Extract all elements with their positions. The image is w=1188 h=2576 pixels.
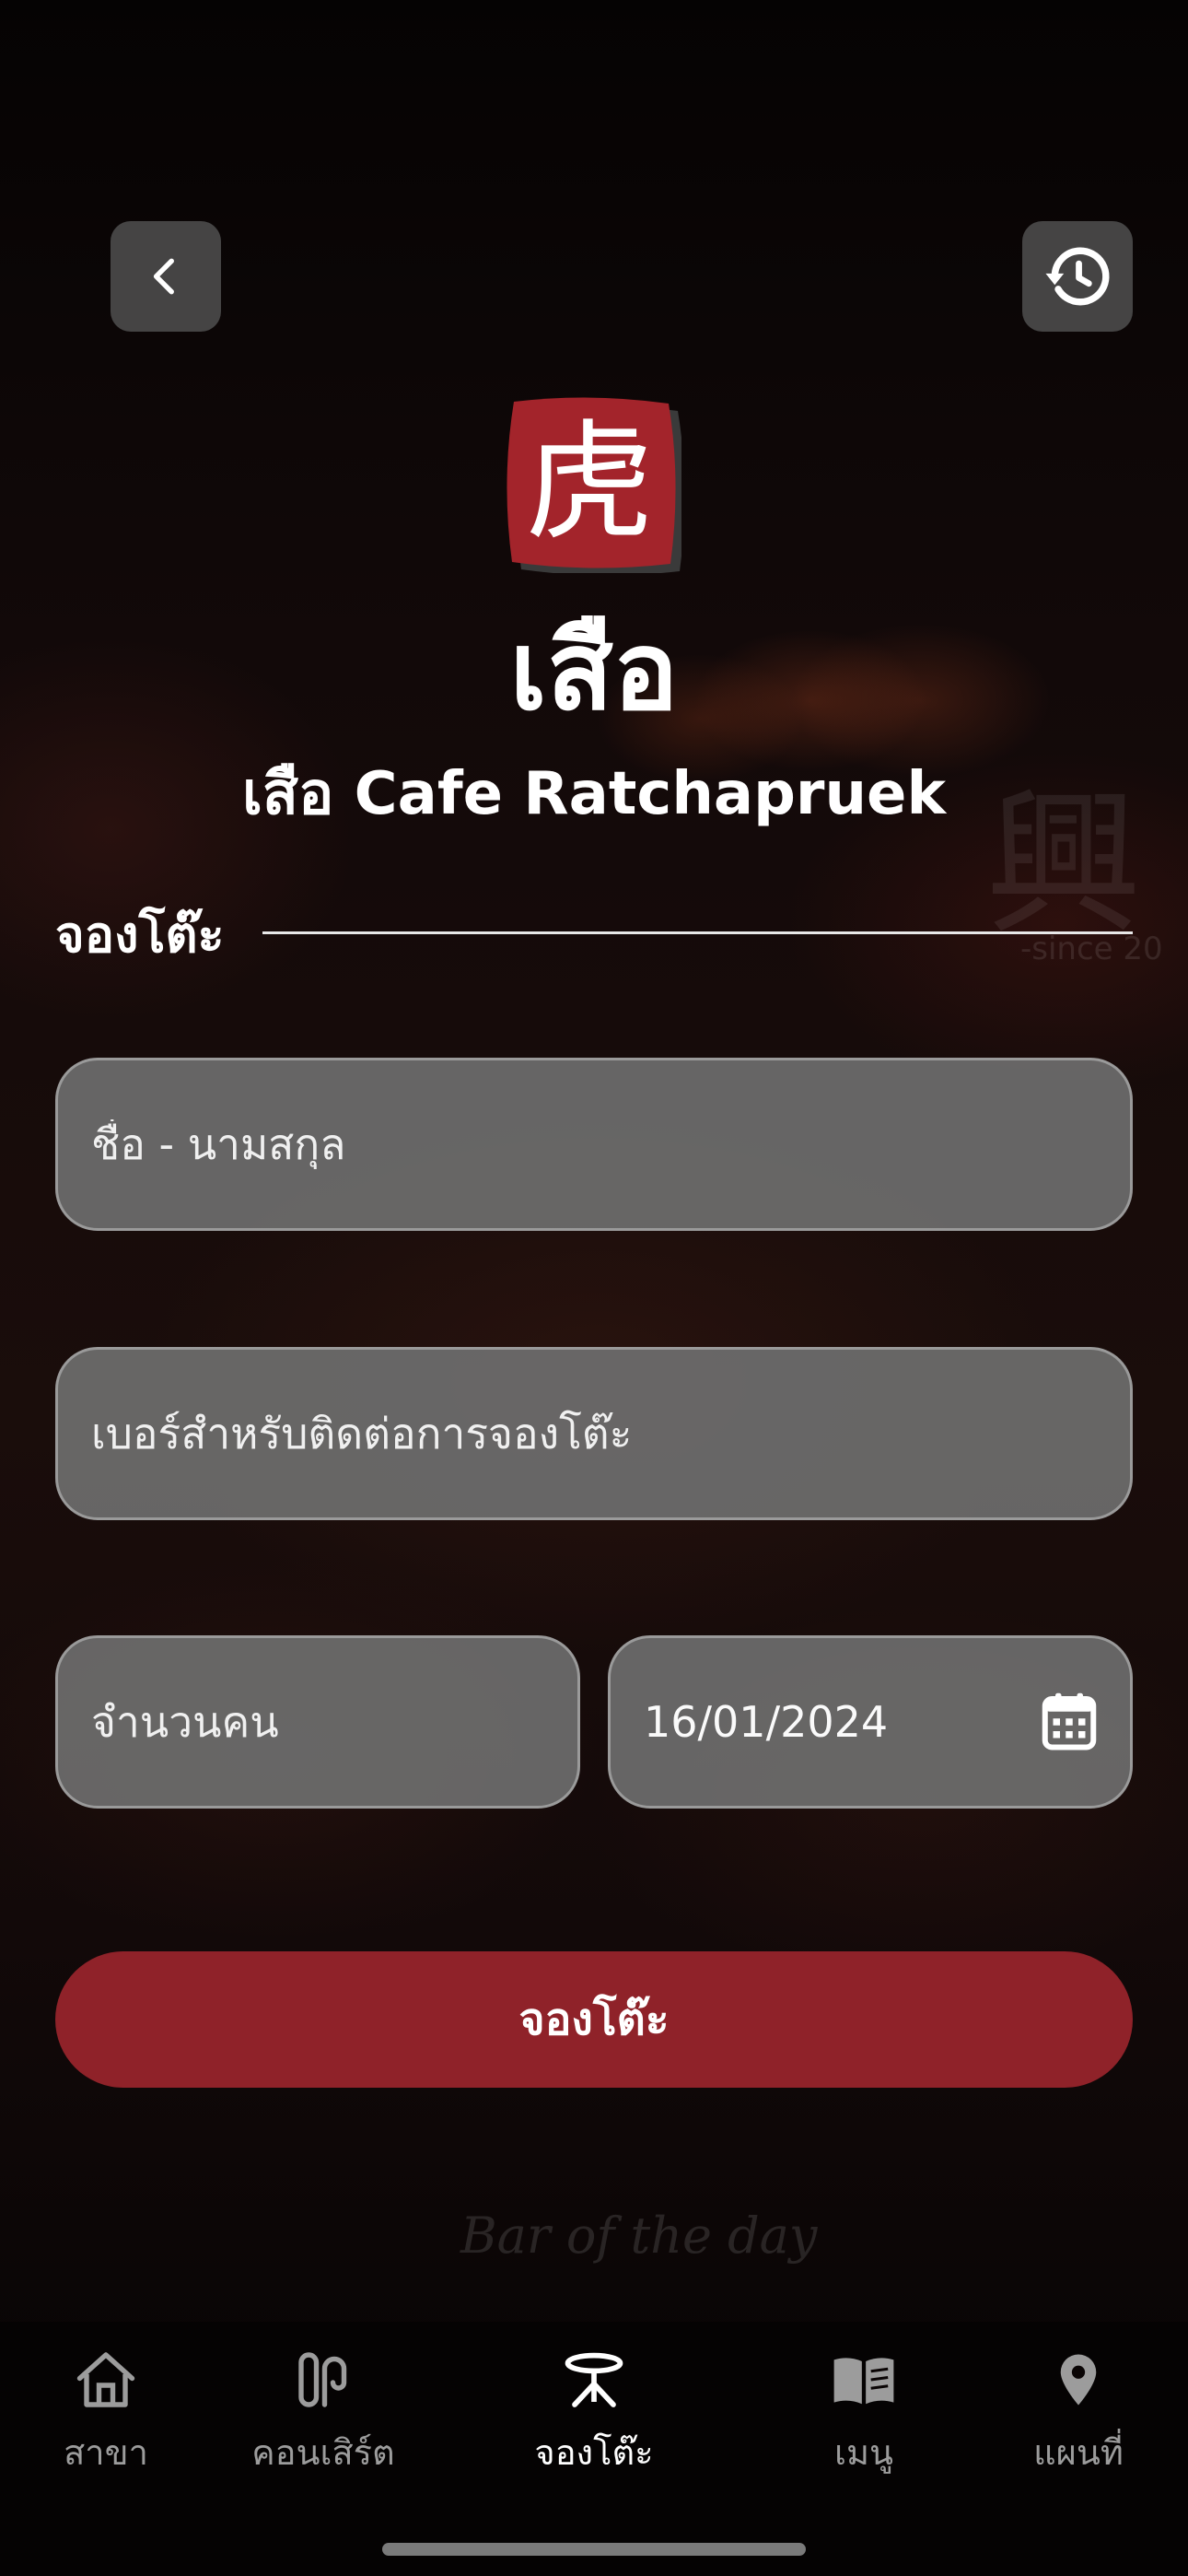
guests-field[interactable] [55, 1635, 580, 1809]
history-button[interactable] [1022, 221, 1133, 332]
tab-label-branches: สาขา [64, 2432, 148, 2473]
book-icon [833, 2358, 894, 2405]
date-input[interactable] [644, 1697, 1042, 1747]
tab-concerts[interactable]: คอนเสิร์ต [222, 2345, 425, 2483]
chevron-left-icon [153, 258, 174, 295]
name-field[interactable] [55, 1058, 1133, 1231]
background-tagline: Bar of the day [460, 2207, 818, 2265]
location-pin-icon [1060, 2354, 1097, 2406]
microphone-icon [298, 2352, 347, 2407]
tab-menu[interactable]: เมนู [763, 2345, 965, 2483]
section-divider [262, 931, 1133, 934]
brand-wordmark: เสือ [509, 606, 679, 734]
tab-label-map: แผนที่ [1033, 2432, 1124, 2473]
name-input[interactable] [91, 1119, 1097, 1169]
tab-book-table[interactable]: จองโต๊ะ [493, 2345, 695, 2483]
tab-branches[interactable]: สาขา [5, 2345, 207, 2483]
home-indicator[interactable] [382, 2543, 806, 2556]
brand-logo: 虎 [507, 397, 681, 573]
phone-input[interactable] [91, 1409, 1097, 1458]
background-since-text: -since 20 [1020, 931, 1163, 967]
tab-map[interactable]: แผนที่ [977, 2345, 1180, 2483]
calendar-icon[interactable] [1042, 1692, 1097, 1752]
home-icon [76, 2352, 135, 2407]
logo-glyph: 虎 [525, 408, 654, 558]
tab-label-menu: เมนู [833, 2432, 893, 2473]
cafe-name: เสือ Cafe Ratchapruek [242, 760, 946, 828]
background-photo [0, 0, 1188, 2576]
date-field[interactable] [608, 1635, 1133, 1809]
guests-input[interactable] [91, 1697, 544, 1747]
phone-field[interactable] [55, 1347, 1133, 1520]
tab-label-book-table: จองโต๊ะ [534, 2432, 654, 2473]
section-title: จองโต๊ะ [55, 906, 225, 964]
history-icon [1045, 247, 1110, 306]
back-button[interactable] [111, 221, 221, 332]
tab-label-concerts: คอนเสิร์ต [251, 2432, 395, 2473]
table-icon [565, 2352, 623, 2407]
book-table-button[interactable]: จองโต๊ะ [55, 1951, 1133, 2088]
